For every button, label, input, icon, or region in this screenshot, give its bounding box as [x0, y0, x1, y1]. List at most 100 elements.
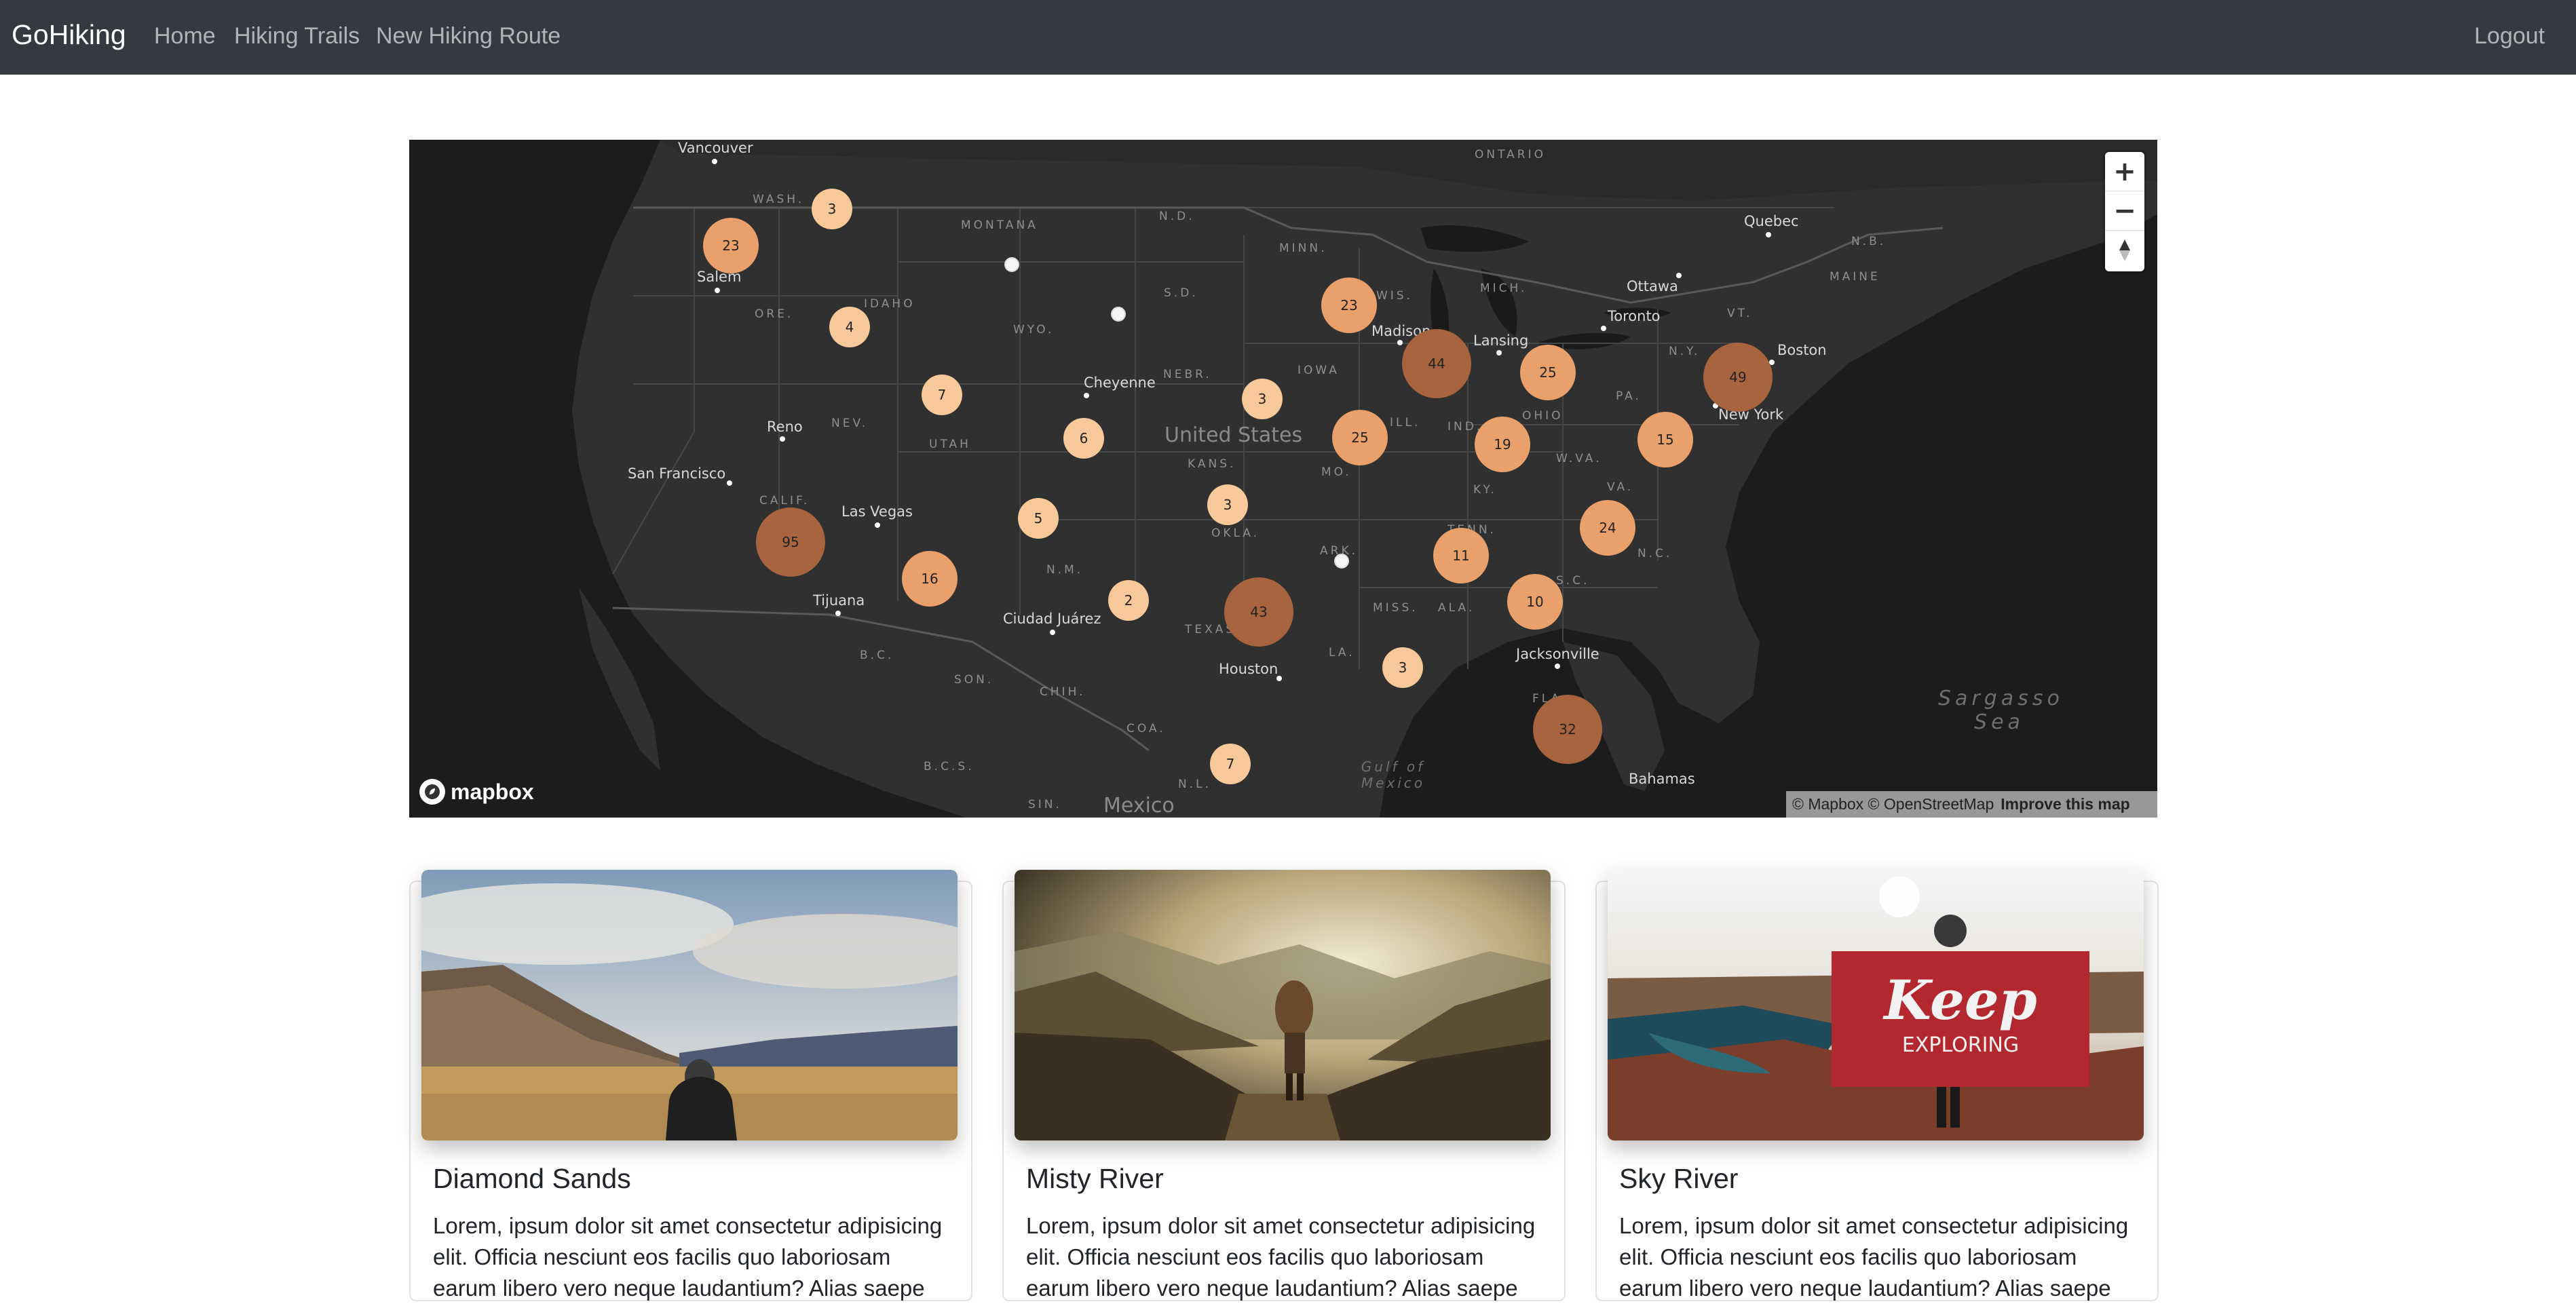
improve-map-link[interactable]: Improve this map — [2001, 795, 2129, 813]
map-label-state: VA. — [1607, 480, 1634, 494]
zoom-out-button[interactable]: − — [2105, 191, 2144, 231]
cluster-marker[interactable]: 32 — [1533, 695, 1602, 764]
city-dot — [780, 436, 785, 442]
map-label-state: PA. — [1616, 389, 1642, 403]
map-label-state: ONTARIO — [1475, 148, 1546, 161]
city-dot — [712, 159, 717, 164]
map-label-state: WIS. — [1376, 289, 1414, 303]
city-dot — [875, 522, 880, 528]
nav-link-new-hiking-route[interactable]: New Hiking Route — [376, 23, 561, 50]
trail-card-image — [1015, 870, 1551, 1140]
map-label-state: OKLA. — [1211, 526, 1260, 540]
city-dot — [835, 611, 841, 616]
cluster-marker[interactable]: 16 — [902, 551, 958, 607]
map-label-water: Gulf of Mexico — [1361, 759, 1426, 791]
city-dot — [1050, 630, 1055, 635]
cluster-marker[interactable]: 19 — [1475, 417, 1530, 472]
trail-card-description: Lorem, ipsum dolor sit amet consectetur … — [1619, 1213, 2129, 1301]
map-label-state: ALA. — [1438, 601, 1475, 615]
hiking-point-marker[interactable] — [1004, 257, 1019, 272]
map-label-state: IOWA — [1298, 364, 1340, 377]
cluster-marker[interactable]: 10 — [1507, 574, 1563, 630]
map-label-state: UTAH — [929, 438, 971, 451]
map-label-state: SON. — [954, 673, 994, 687]
city-dot — [715, 288, 720, 293]
hiking-point-marker[interactable] — [1334, 554, 1349, 569]
map-label-state: IDAHO — [864, 297, 915, 311]
city-dot — [1496, 350, 1502, 356]
map-attribution: © Mapbox © OpenStreetMap Improve this ma… — [1786, 791, 2157, 818]
city-dot — [1397, 340, 1403, 345]
cluster-marker[interactable]: 2 — [1108, 580, 1149, 621]
city-dot — [1276, 676, 1282, 681]
map-label-city: Ciudad Juárez — [1003, 611, 1101, 627]
nav-link-logout[interactable]: Logout — [2474, 23, 2545, 50]
cluster-marker[interactable]: 15 — [1637, 412, 1693, 467]
map-label-city: Toronto — [1608, 308, 1661, 324]
map-label-state: S.D. — [1164, 286, 1198, 300]
cluster-marker[interactable]: 24 — [1580, 500, 1635, 556]
map-label-state: B.C.S. — [924, 760, 974, 773]
map-label-city: Houston — [1219, 661, 1278, 677]
trail-card-title: Sky River — [1619, 1163, 1739, 1194]
city-dot — [1676, 273, 1682, 278]
map-label-state: NEBR. — [1163, 368, 1212, 381]
map-label-state: ORE. — [755, 307, 794, 321]
city-dot — [1601, 326, 1606, 331]
cluster-marker[interactable]: 23 — [703, 218, 759, 273]
cluster-marker[interactable]: 11 — [1433, 528, 1489, 583]
city-dot — [727, 480, 732, 486]
flag-text-exploring: EXPLORING — [1902, 1033, 2019, 1057]
zoom-in-button[interactable]: + — [2105, 152, 2144, 191]
trail-card-title: Misty River — [1026, 1163, 1164, 1194]
cluster-marker[interactable]: 5 — [1018, 498, 1059, 539]
trail-card[interactable]: Misty River Lorem, ipsum dolor sit amet … — [1002, 870, 1566, 1301]
map-label-country: Mexico — [1103, 794, 1175, 818]
map-label-state: KANS. — [1188, 457, 1236, 471]
map-label-state: VT. — [1727, 307, 1753, 320]
cluster-marker[interactable]: 3 — [1207, 484, 1248, 525]
cluster-marker[interactable]: 49 — [1703, 343, 1773, 412]
map-label-city: Bahamas — [1629, 771, 1695, 787]
cluster-marker[interactable]: 23 — [1321, 277, 1377, 333]
map-label-water: Sargasso Sea — [1938, 687, 2064, 734]
map-label-city: Las Vegas — [841, 503, 913, 520]
cluster-marker[interactable]: 3 — [812, 189, 852, 229]
map-label-state: MICH. — [1480, 282, 1528, 295]
city-dot — [1766, 232, 1771, 237]
nav-link-hiking-trails[interactable]: Hiking Trails — [234, 23, 360, 50]
cluster-marker[interactable]: 43 — [1224, 577, 1293, 647]
nav-link-home[interactable]: Home — [154, 23, 216, 50]
map-label-country: United States — [1164, 423, 1303, 447]
mapbox-logo[interactable]: mapbox — [419, 779, 534, 805]
map-label-state: CHIH. — [1040, 685, 1086, 699]
trail-card[interactable]: Keep EXPLORING Sky River Lorem, ipsum do… — [1595, 870, 2159, 1301]
cluster-marker[interactable]: 3 — [1382, 647, 1423, 688]
brand-logo[interactable]: GoHiking — [12, 19, 126, 51]
map-label-city: Cheyenne — [1084, 375, 1156, 391]
cluster-marker[interactable]: 44 — [1402, 329, 1471, 398]
hiking-point-marker[interactable] — [1111, 307, 1126, 322]
cluster-marker[interactable]: 95 — [756, 507, 825, 577]
trail-card-image — [421, 870, 958, 1140]
cluster-marker[interactable]: 25 — [1520, 345, 1576, 400]
cluster-marker[interactable]: 4 — [829, 307, 870, 347]
map-label-state: COA. — [1126, 722, 1166, 735]
cluster-marker[interactable]: 6 — [1063, 418, 1104, 459]
cluster-marker[interactable]: 25 — [1332, 410, 1388, 465]
map-label-city: San Francisco — [628, 465, 726, 482]
cluster-map[interactable]: United States Mexico Sargasso Sea Gulf o… — [409, 140, 2157, 818]
trail-card-image: Keep EXPLORING — [1608, 870, 2144, 1140]
compass-icon[interactable] — [2105, 231, 2144, 270]
trail-card[interactable]: Diamond Sands Lorem, ipsum dolor sit ame… — [409, 870, 972, 1301]
cluster-marker[interactable]: 3 — [1242, 379, 1283, 419]
map-label-state: N.Y. — [1669, 345, 1701, 358]
map-label-city: Jacksonville — [1516, 646, 1599, 662]
mapbox-logo-icon — [419, 779, 445, 805]
map-label-state: N.D. — [1159, 210, 1195, 223]
cluster-marker[interactable]: 7 — [922, 375, 962, 415]
city-dot — [1555, 664, 1560, 669]
attribution-text[interactable]: © Mapbox © OpenStreetMap — [1792, 795, 1994, 813]
map-label-state: N.M. — [1046, 563, 1084, 577]
cluster-marker[interactable]: 7 — [1210, 744, 1251, 784]
